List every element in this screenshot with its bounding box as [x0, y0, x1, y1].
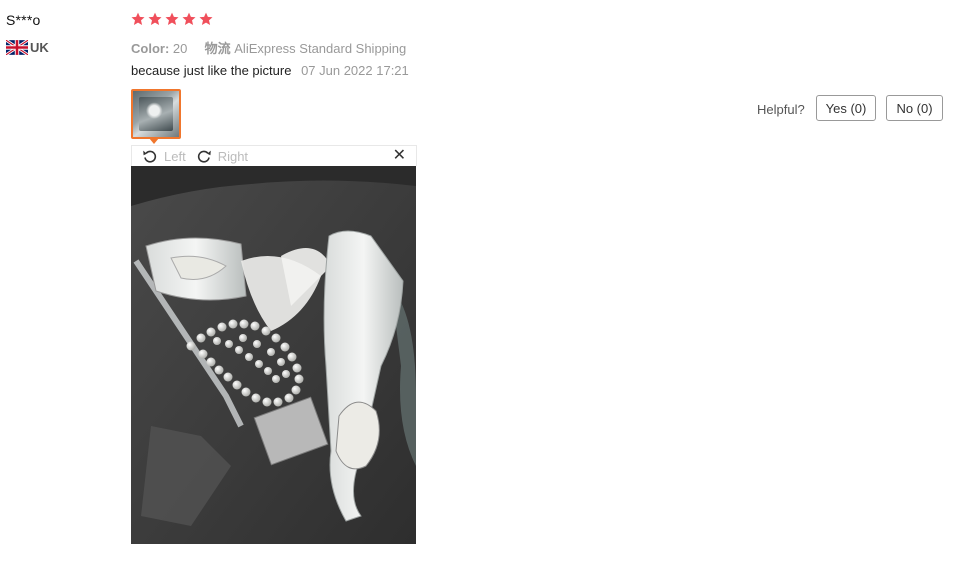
- review-photo-enlarged: [131, 166, 416, 544]
- review-photo-thumbnail[interactable]: [131, 89, 181, 139]
- star-icon: [131, 12, 145, 25]
- star-icon: [182, 12, 196, 25]
- rotate-right-button[interactable]: Right: [196, 148, 248, 164]
- reviewer-country: UK: [6, 38, 49, 56]
- rating-stars: [131, 12, 213, 26]
- close-icon[interactable]: ✕: [393, 147, 406, 165]
- rotate-left-icon: [143, 150, 157, 163]
- uk-flag-icon: [6, 39, 28, 55]
- order-attributes: Color: 20 物流 AliExpress Standard Shippin…: [131, 38, 406, 57]
- helpful-label: Helpful?: [757, 102, 805, 117]
- country-code: UK: [30, 39, 49, 55]
- color-attribute-label: Color:: [131, 41, 170, 56]
- shipping-attribute-label: 物流: [204, 41, 231, 56]
- photo-illustration: [131, 166, 416, 544]
- rotate-left-button[interactable]: Left: [142, 148, 186, 164]
- shipping-attribute-value: AliExpress Standard Shipping: [234, 41, 407, 56]
- reviewer-name: S***o: [6, 12, 41, 28]
- color-attribute-value: 20: [172, 41, 188, 56]
- rotate-right-icon: [197, 150, 211, 163]
- rotate-left-label: Left: [164, 148, 186, 164]
- review-date: 07 Jun 2022 17:21: [301, 63, 409, 78]
- helpful-no-button[interactable]: No (0): [886, 95, 943, 121]
- thumbnail-active-indicator: [149, 138, 159, 144]
- star-icon: [165, 12, 179, 25]
- review-text: because just like the picture: [131, 63, 292, 78]
- review-feedback: because just like the picture 07 Jun 202…: [131, 63, 409, 78]
- star-icon: [148, 12, 162, 25]
- rotate-right-label: Right: [217, 148, 249, 164]
- star-icon: [199, 12, 213, 25]
- image-viewer-toolbar: Left Right ✕: [131, 145, 417, 166]
- thumbnail-image: [139, 97, 173, 131]
- helpful-yes-button[interactable]: Yes (0): [816, 95, 876, 121]
